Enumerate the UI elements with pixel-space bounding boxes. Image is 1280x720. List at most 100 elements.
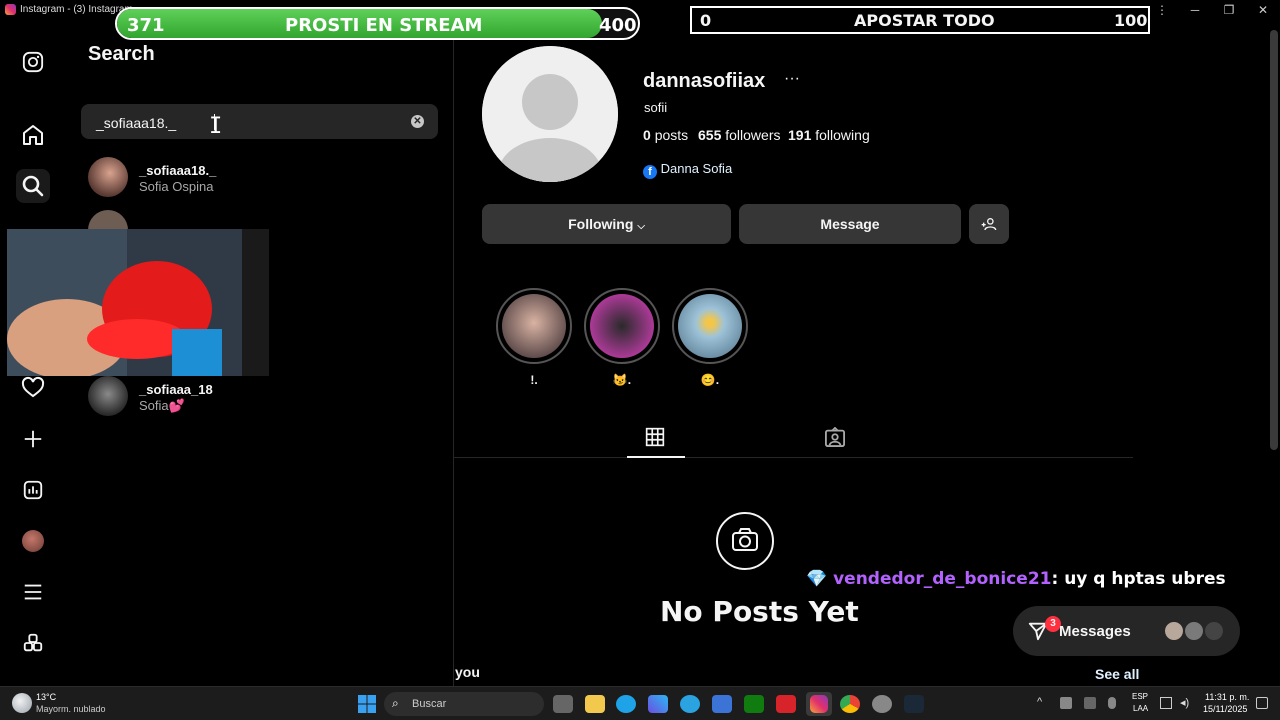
facebook-link[interactable]: f Danna Sofia bbox=[643, 161, 732, 179]
search-icon: ⌕ bbox=[392, 696, 399, 710]
following-count: 191 bbox=[788, 127, 812, 143]
keyboard-layout-indicator[interactable]: LAA bbox=[1133, 704, 1148, 713]
store-icon[interactable] bbox=[712, 695, 732, 713]
notifications-off-icon[interactable] bbox=[1084, 697, 1096, 709]
tagged-icon[interactable] bbox=[824, 426, 846, 452]
taskbar-search[interactable]: ⌕ Buscar bbox=[384, 692, 544, 716]
copilot-icon[interactable] bbox=[648, 695, 668, 713]
suggested-users-button[interactable] bbox=[969, 204, 1009, 244]
no-posts-title: No Posts Yet bbox=[660, 595, 859, 628]
result-avatar bbox=[88, 157, 128, 197]
facebook-link-text: Danna Sofia bbox=[660, 161, 733, 176]
goal-end-value: 400 bbox=[599, 15, 637, 36]
chrome-icon[interactable] bbox=[840, 695, 860, 713]
page-scrollbar[interactable] bbox=[1270, 30, 1278, 450]
messages-widget[interactable]: 3 Messages bbox=[1013, 606, 1240, 656]
diamond-icon: 💎 bbox=[806, 569, 828, 589]
profile-fullname: sofii bbox=[644, 100, 668, 115]
text-cursor-icon: I bbox=[209, 114, 223, 139]
following-button[interactable]: Following ⌵ bbox=[482, 204, 731, 244]
tray-app-icon[interactable] bbox=[1060, 697, 1072, 709]
followers-stat[interactable]: 655 followers bbox=[698, 127, 781, 143]
weather-desc: Mayorm. nublado bbox=[36, 704, 106, 714]
add-person-icon bbox=[981, 218, 997, 231]
taskbar-search-placeholder: Buscar bbox=[412, 698, 447, 710]
microphone-icon[interactable] bbox=[1108, 697, 1116, 709]
file-explorer-icon[interactable] bbox=[585, 695, 605, 713]
avatar bbox=[1203, 620, 1225, 642]
network-icon[interactable] bbox=[1160, 697, 1172, 709]
weather-icon bbox=[12, 693, 32, 713]
weather-temp: 13°C bbox=[36, 692, 57, 702]
see-all-link[interactable]: See all bbox=[1095, 666, 1139, 682]
close-window-button[interactable]: ✕ bbox=[1249, 2, 1277, 18]
result-avatar bbox=[88, 376, 128, 416]
goal-label: PROSTI EN STREAM bbox=[285, 15, 483, 36]
edge-icon[interactable] bbox=[616, 695, 636, 713]
posts-grid-icon[interactable] bbox=[645, 427, 665, 452]
minimize-button[interactable]: ─ bbox=[1181, 2, 1209, 18]
dashboard-icon[interactable] bbox=[16, 473, 50, 507]
start-button[interactable] bbox=[358, 695, 376, 713]
you-label: you bbox=[455, 664, 480, 680]
chevron-up-icon[interactable]: ^ bbox=[1037, 696, 1042, 708]
search-icon[interactable] bbox=[16, 169, 50, 203]
obs-icon[interactable] bbox=[872, 695, 892, 713]
clear-search-icon[interactable]: ✕ bbox=[411, 115, 424, 128]
instagram-app-icon[interactable] bbox=[806, 692, 832, 716]
message-button-label: Message bbox=[820, 216, 880, 232]
highlight-label: 😼. bbox=[612, 373, 632, 387]
home-icon[interactable] bbox=[16, 118, 50, 152]
result-username: _sofiaaa18._ bbox=[139, 163, 217, 178]
clock-time[interactable]: 11:31 p. m. bbox=[1205, 692, 1249, 702]
result-fullname: Sofia💕 bbox=[139, 398, 185, 413]
search-query-text: _sofiaaa18._ bbox=[96, 115, 177, 131]
chevron-down-icon: ⌵ bbox=[637, 221, 645, 232]
also-from-meta-icon[interactable] bbox=[16, 626, 50, 660]
chat-username: vendedor_de_bonice21 bbox=[833, 569, 1052, 589]
posts-label: posts bbox=[654, 127, 689, 143]
clock-date[interactable]: 15/11/2025 bbox=[1203, 704, 1247, 714]
active-tab-indicator bbox=[627, 456, 685, 458]
steam-icon[interactable] bbox=[904, 695, 924, 713]
result-fullname: Sofia Ospina bbox=[139, 179, 214, 194]
camera-icon bbox=[716, 512, 774, 570]
task-view-icon[interactable] bbox=[553, 695, 573, 713]
stream-goal-bar: 371 PROSTI EN STREAM 400 bbox=[115, 7, 640, 40]
result-username: _sofiaaa_18 bbox=[139, 382, 213, 397]
story-highlight[interactable] bbox=[584, 288, 660, 364]
instagram-logo-icon[interactable] bbox=[16, 45, 50, 79]
profile-picture[interactable] bbox=[482, 46, 618, 182]
create-plus-icon[interactable] bbox=[16, 422, 50, 456]
avatar bbox=[1163, 620, 1185, 642]
xbox-icon[interactable] bbox=[744, 695, 764, 713]
story-highlight[interactable] bbox=[672, 288, 748, 364]
highlight-label: 😊. bbox=[700, 373, 720, 387]
bet-label: APOSTAR TODO bbox=[854, 11, 995, 30]
search-input[interactable]: _sofiaaa18._ ✕ bbox=[81, 104, 438, 139]
wps-icon[interactable] bbox=[776, 695, 796, 713]
telegram-icon[interactable] bbox=[680, 695, 700, 713]
story-highlight[interactable] bbox=[496, 288, 572, 364]
menu-icon[interactable] bbox=[16, 575, 50, 609]
message-button[interactable]: Message bbox=[739, 204, 961, 244]
language-indicator[interactable]: ESP bbox=[1132, 692, 1148, 701]
chat-overlay-message: 💎 vendedor_de_bonice21: uy q hptas ubres bbox=[806, 569, 1226, 589]
maximize-button[interactable]: ❐ bbox=[1215, 2, 1243, 18]
posts-stat: 0 posts bbox=[643, 127, 688, 143]
volume-icon[interactable]: ◂) bbox=[1180, 696, 1189, 709]
bet-left-value: 0 bbox=[700, 11, 712, 30]
search-panel-title: Search bbox=[88, 43, 155, 65]
more-options-icon[interactable]: ⋮ bbox=[1148, 2, 1176, 18]
following-stat[interactable]: 191 following bbox=[788, 127, 870, 143]
notification-center-icon[interactable] bbox=[1256, 697, 1268, 709]
search-result-item[interactable]: _sofiaaa18._ Sofia Ospina bbox=[88, 157, 418, 201]
search-result-item[interactable]: _sofiaaa_18 Sofia💕 bbox=[88, 376, 418, 420]
followers-label: followers bbox=[725, 127, 781, 143]
profile-avatar[interactable] bbox=[16, 524, 50, 558]
more-options-button[interactable]: ··· bbox=[784, 70, 800, 88]
heart-icon[interactable] bbox=[16, 371, 50, 405]
following-button-label: Following bbox=[568, 216, 634, 232]
bet-overlay: 0 APOSTAR TODO 100 bbox=[690, 6, 1150, 34]
windows-taskbar: 13°C Mayorm. nublado ⌕ Buscar ^ ESP LAA … bbox=[0, 686, 1280, 720]
